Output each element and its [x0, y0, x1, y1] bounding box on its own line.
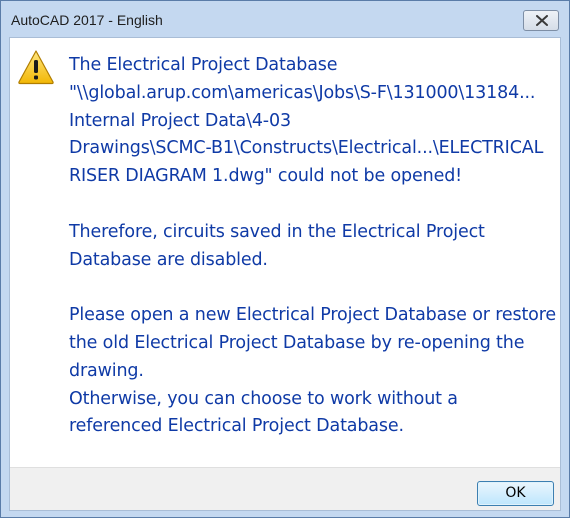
message-line: The Electrical Project Database [69, 55, 338, 75]
message-line: drawing. [69, 360, 144, 381]
message-line: "\\global.arup.com\americas\Jobs\S-F\131… [69, 82, 536, 103]
close-icon [536, 15, 548, 26]
message-area: The Electrical Project Database "\\globa… [10, 38, 560, 467]
window-title: AutoCAD 2017 - English [11, 12, 163, 28]
message-line: Internal Project Data\4-03 [69, 110, 291, 131]
message-line: referenced Electrical Project Database. [69, 416, 404, 437]
message-line: the old Electrical Project Database by r… [69, 332, 525, 353]
message-line: Therefore, circuits saved in the Electri… [69, 221, 485, 242]
message-line: Please open a new Electrical Project Dat… [69, 305, 557, 326]
close-button[interactable] [523, 10, 559, 31]
ok-button[interactable]: OK [477, 481, 554, 506]
button-bar: OK [10, 467, 560, 510]
message-line: Otherwise, you can choose to work withou… [69, 388, 458, 409]
message-line: Drawings\SCMC-B1\Constructs\Electrical..… [69, 138, 544, 159]
dialog-content: The Electrical Project Database "\\globa… [9, 37, 561, 511]
dialog-window: AutoCAD 2017 - English The Electrical Pr… [0, 0, 570, 518]
message-line: Database are disabled. [69, 249, 268, 270]
message-text: The Electrical Project Database "\\globa… [69, 52, 559, 441]
warning-icon [18, 50, 54, 85]
title-bar[interactable]: AutoCAD 2017 - English [1, 1, 569, 37]
message-line: RISER DIAGRAM 1.dwg" could not be opened… [69, 166, 463, 187]
